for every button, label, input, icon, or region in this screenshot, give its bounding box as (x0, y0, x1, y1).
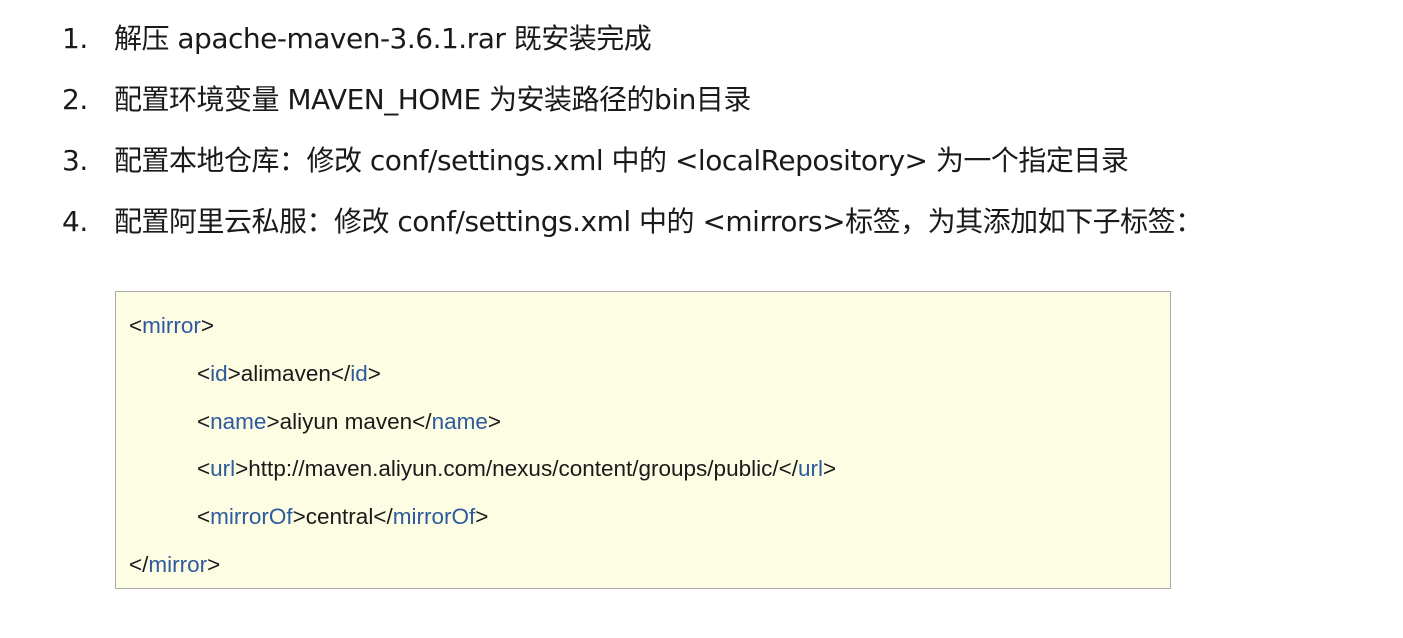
tag-name: name (431, 409, 488, 434)
code-line-name: <name>aliyun maven</name> (197, 409, 501, 434)
code-line-url: <url>http://maven.aliyun.com/nexus/conte… (197, 456, 837, 481)
step-number: 3. (62, 144, 88, 177)
step-number: 1. (62, 22, 88, 55)
step-4: 4. 配置阿里云私服：修改 conf/settings.xml 中的 <mirro… (62, 199, 1203, 260)
code-line-id: <id>alimaven</id> (197, 361, 381, 386)
step-number: 4. (62, 205, 88, 238)
tag-name: url (798, 456, 824, 481)
step-text: 解压 apache-maven-3.6.1.rar 既安装完成 (114, 22, 652, 55)
step-text: 配置环境变量 MAVEN_HOME 为安装路径的bin目录 (114, 83, 751, 116)
step-2: 2. 配置环境变量 MAVEN_HOME 为安装路径的bin目录 (62, 77, 1203, 138)
code-block: <mirror> <id>alimaven</id> <name>aliyun … (115, 291, 1171, 589)
step-3: 3. 配置本地仓库：修改 conf/settings.xml 中的 <localR… (62, 138, 1203, 199)
tag-name: mirror (148, 552, 208, 577)
tag-value: aliyun maven (279, 409, 413, 434)
tag-name: id (210, 361, 228, 386)
tag-value: http://maven.aliyun.com/nexus/content/gr… (248, 456, 779, 481)
tag-name: url (210, 456, 236, 481)
tag-name: id (350, 361, 368, 386)
tag-name: mirrorOf (210, 504, 293, 529)
code-line-mirrorof: <mirrorOf>central</mirrorOf> (197, 504, 489, 529)
code-line-mirror-close: </mirror> (129, 552, 221, 577)
code-line-mirror-open: <mirror> (129, 313, 215, 338)
tag-value: central (305, 504, 374, 529)
tag-value: alimaven (240, 361, 331, 386)
step-1: 1. 解压 apache-maven-3.6.1.rar 既安装完成 (62, 16, 1203, 77)
step-text: 配置本地仓库：修改 conf/settings.xml 中的 <localRep… (114, 144, 1129, 177)
step-number: 2. (62, 83, 88, 116)
tag-name: name (210, 409, 267, 434)
steps-list: 1. 解压 apache-maven-3.6.1.rar 既安装完成 2. 配置环境… (62, 16, 1203, 260)
tag-name: mirror (142, 313, 201, 338)
step-text: 配置阿里云私服：修改 conf/settings.xml 中的 <mirrors… (114, 205, 1203, 238)
tag-name: mirrorOf (392, 504, 476, 529)
